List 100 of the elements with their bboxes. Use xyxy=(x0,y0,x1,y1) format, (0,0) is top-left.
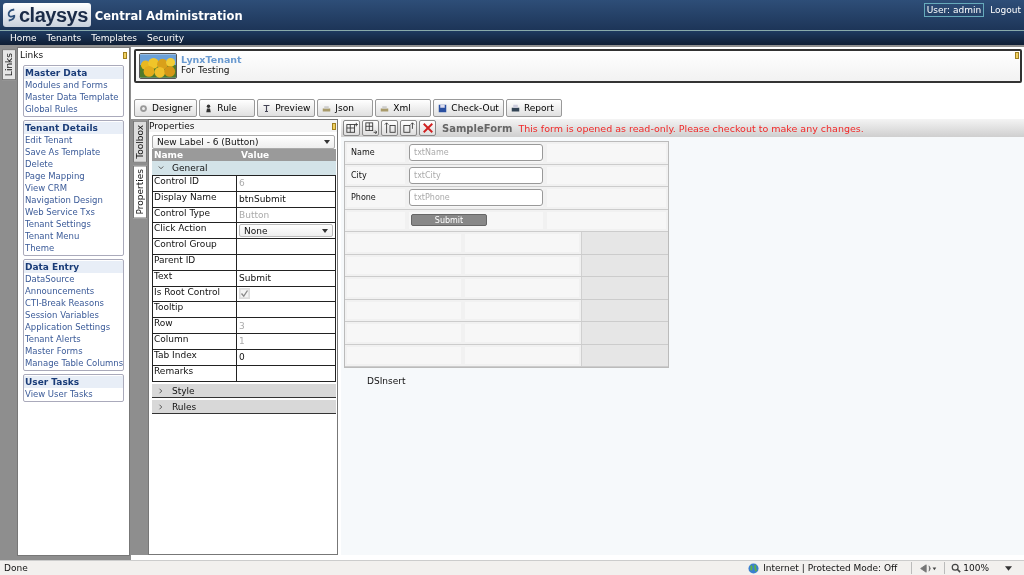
link-item[interactable]: Application Settings xyxy=(24,321,123,333)
link-item[interactable]: Announcements xyxy=(24,285,123,297)
link-item[interactable]: Edit Tenant xyxy=(24,134,123,146)
link-item[interactable]: Global Rules xyxy=(24,103,123,115)
link-item[interactable]: View User Tasks xyxy=(24,388,123,400)
menu-item[interactable]: Tenants xyxy=(46,33,82,43)
link-item[interactable]: DataSource xyxy=(24,273,123,285)
toolbar-button[interactable]: Json xyxy=(317,99,374,117)
tool-button[interactable] xyxy=(419,120,436,136)
group-title: Tenant Details xyxy=(24,122,123,134)
panel-tab[interactable]: Properties xyxy=(132,164,147,219)
panel-tab[interactable]: Toolbox xyxy=(132,121,147,163)
link-item[interactable]: Page Mapping xyxy=(24,170,123,182)
group-title: Data Entry xyxy=(24,261,123,273)
control-dropdown[interactable]: New Label - 6 (Button) xyxy=(152,135,335,149)
property-name: Control Type xyxy=(153,207,237,223)
toolbar-button[interactable]: Xml xyxy=(375,99,432,117)
section-header[interactable]: Rules xyxy=(152,400,336,415)
column-header: Value xyxy=(240,150,271,160)
field-label: Name xyxy=(347,144,405,162)
form-name: SampleForm xyxy=(442,122,513,134)
link-item[interactable]: Web Service Txs xyxy=(24,206,123,218)
zone-text: Internet | Protected Mode: Off xyxy=(763,563,898,573)
readonly-message: This form is opened as read-only. Please checkout to make any changes. xyxy=(518,122,864,134)
property-name: Tooltip xyxy=(153,302,237,318)
tool-button[interactable] xyxy=(362,120,379,136)
toolbar-button[interactable]: Designer xyxy=(134,99,198,117)
side-tab[interactable]: Links xyxy=(1,49,16,81)
insert-icon xyxy=(402,122,415,134)
property-name: Control Group xyxy=(153,239,237,254)
globe-icon xyxy=(748,562,760,574)
property-name: Parent ID xyxy=(153,255,237,270)
delete-icon xyxy=(421,122,434,134)
security-icon[interactable] xyxy=(918,562,939,574)
link-item[interactable]: Master Data Template xyxy=(24,91,123,103)
toolbar-button[interactable]: Report xyxy=(505,99,562,117)
value-dropdown[interactable]: None xyxy=(239,224,333,238)
property-value: Submit xyxy=(239,273,271,284)
chevron-icon xyxy=(158,387,164,394)
property-name: Column xyxy=(153,333,237,349)
link-item[interactable]: Modules and Forms xyxy=(24,79,123,91)
link-item[interactable]: Master Forms xyxy=(24,345,123,357)
toolbar-button[interactable]: Preview xyxy=(257,99,316,117)
link-item[interactable]: Navigation Design xyxy=(24,194,123,206)
property-value: 1 xyxy=(239,336,245,347)
property-value: 0 xyxy=(239,352,245,363)
toolbar-button[interactable]: Rule xyxy=(199,99,256,117)
property-value: 6 xyxy=(239,178,245,189)
link-item[interactable]: CTI-Break Reasons xyxy=(24,297,123,309)
link-item[interactable]: Manage Table Columns xyxy=(24,357,123,369)
grid-plus-icon xyxy=(345,122,358,134)
grid-cell xyxy=(347,211,405,229)
link-item[interactable]: Tenant Alerts xyxy=(24,333,123,345)
link-item[interactable]: Save As Template xyxy=(24,146,123,158)
text-field[interactable]: txtName xyxy=(409,144,543,162)
toolbar-button[interactable]: Check-Out xyxy=(433,99,504,117)
caret-icon xyxy=(324,140,330,144)
field-label: City xyxy=(347,166,405,184)
property-name: Click Action xyxy=(153,223,237,239)
link-item[interactable]: Delete xyxy=(24,158,123,170)
group-title: Master Data xyxy=(24,67,123,79)
tool-button[interactable] xyxy=(381,120,398,136)
link-item[interactable]: Session Variables xyxy=(24,309,123,321)
property-value: 3 xyxy=(239,320,245,331)
text-field[interactable]: txtCity xyxy=(409,166,543,184)
chevron-icon xyxy=(158,165,164,171)
zoom-control[interactable]: 100% xyxy=(951,563,989,573)
tenant-name: LynxTenant xyxy=(181,53,242,65)
group-title: User Tasks xyxy=(24,376,123,388)
datasource-label: DSInsert xyxy=(367,376,407,386)
gear-icon xyxy=(139,103,148,113)
link-item[interactable]: Tenant Settings xyxy=(24,218,123,230)
menu-item[interactable]: Templates xyxy=(91,33,137,43)
property-name: Row xyxy=(153,318,237,333)
property-name: Control ID xyxy=(153,176,237,191)
logout-link[interactable]: Logout xyxy=(990,5,1021,15)
pin-icon[interactable] xyxy=(123,51,127,59)
text-cursor-icon xyxy=(262,103,272,113)
panel-title: Properties xyxy=(149,121,195,131)
panel-title: Links xyxy=(20,50,44,60)
submit-button[interactable]: Submit xyxy=(411,214,487,227)
text-field[interactable]: txtPhone xyxy=(409,189,543,207)
pin-icon[interactable] xyxy=(332,122,336,130)
menu-item[interactable]: Home xyxy=(10,33,37,43)
link-item[interactable]: Theme xyxy=(24,242,123,254)
property-name: Display Name xyxy=(153,191,237,207)
insert-icon xyxy=(383,122,396,134)
tenant-description: For Testing xyxy=(181,64,230,75)
link-item[interactable]: Tenant Menu xyxy=(24,230,123,242)
caret-icon[interactable] xyxy=(1005,565,1012,571)
tray-icon xyxy=(322,103,332,113)
link-item[interactable]: View CRM xyxy=(24,182,123,194)
tool-button[interactable] xyxy=(343,120,360,136)
property-value: Button xyxy=(239,210,270,220)
section-header[interactable]: General xyxy=(152,161,336,175)
tool-button[interactable] xyxy=(400,120,417,136)
section-header[interactable]: Style xyxy=(152,384,336,399)
chevron-icon xyxy=(158,403,164,410)
menu-item[interactable]: Security xyxy=(147,33,184,43)
person-icon xyxy=(204,103,214,113)
